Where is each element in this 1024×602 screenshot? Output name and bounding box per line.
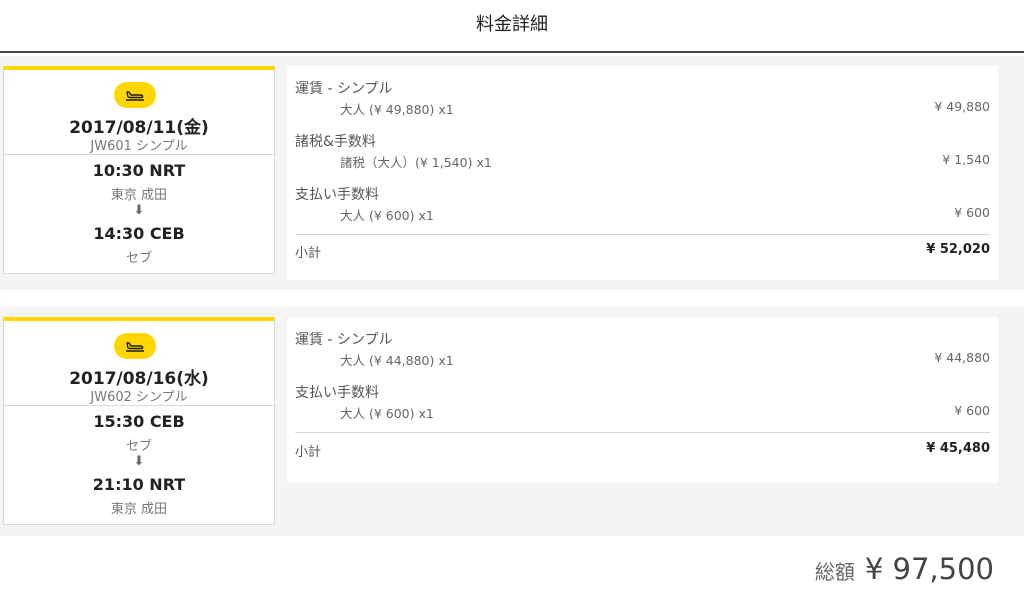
down-arrow-icon: ⬇	[133, 203, 145, 218]
plane-departure-icon	[114, 333, 156, 359]
subtotal-amount: ¥ 45,480	[926, 441, 990, 456]
page-title: 料金詳細	[476, 14, 548, 35]
grand-total-amount: ¥ 97,500	[864, 552, 994, 586]
fare-line-amount: ¥ 1,540	[942, 152, 990, 167]
arrival-time: 21:10 NRT	[92, 475, 186, 494]
subtotal-label: 小計	[295, 246, 322, 261]
fare-group: 諸税&手数料 諸税（大人）(¥ 1,540) x1 ¥ 1,540	[295, 131, 990, 170]
flight-segment-return: 2017/08/16(水) JW602 シンプル 15:30 CEB セブ ⬇ …	[0, 307, 1024, 536]
flight-card-header: 2017/08/16(水) JW602 シンプル	[4, 321, 274, 406]
arrival-time: 14:30 CEB	[93, 224, 185, 243]
subtotal-row: 小計 ¥ 45,480	[295, 441, 990, 460]
grand-total-label: 総額	[814, 560, 855, 584]
fare-line-description: 諸税（大人）(¥ 1,540) x1	[340, 155, 492, 170]
departure-place: セブ	[125, 439, 152, 454]
fare-breakdown-panel: 運賃 - シンプル 大人 (¥ 44,880) x1 ¥ 44,880 支払い手…	[287, 317, 998, 483]
subtotal-label: 小計	[295, 445, 322, 460]
grand-total: 総額 ¥ 97,500	[815, 552, 994, 586]
flight-card-header: 2017/08/11(金) JW601 シンプル	[4, 70, 274, 155]
arrival-place: 東京 成田	[110, 502, 168, 517]
subtotal-divider	[295, 234, 990, 235]
fare-line: 大人 (¥ 600) x1 ¥ 600	[295, 204, 990, 223]
flight-number: JW601 シンプル	[90, 139, 188, 154]
flight-card-route: 10:30 NRT 東京 成田 ⬇ 14:30 CEB セブ	[4, 155, 274, 273]
fare-line: 大人 (¥ 44,880) x1 ¥ 44,880	[295, 349, 990, 368]
fare-breakdown-panel: 運賃 - シンプル 大人 (¥ 49,880) x1 ¥ 49,880 諸税&手…	[287, 66, 998, 280]
fare-line-description: 大人 (¥ 44,880) x1	[340, 353, 454, 368]
flight-segment-outbound: 2017/08/11(金) JW601 シンプル 10:30 NRT 東京 成田…	[0, 56, 1024, 290]
flight-card-route: 15:30 CEB セブ ⬇ 21:10 NRT 東京 成田	[4, 406, 274, 524]
fare-group-title: 支払い手数料	[295, 385, 379, 401]
fare-group-title: 運賃 - シンプル	[295, 81, 393, 97]
fare-line-amount: ¥ 49,880	[934, 99, 990, 114]
fare-line-amount: ¥ 44,880	[934, 350, 990, 365]
subtotal-divider	[295, 432, 990, 433]
fare-line-amount: ¥ 600	[954, 205, 990, 220]
plane-departure-icon	[114, 82, 156, 108]
fare-line-description: 大人 (¥ 600) x1	[340, 208, 434, 223]
departure-time: 15:30 CEB	[93, 412, 185, 431]
departure-time: 10:30 NRT	[92, 161, 186, 180]
subtotal-amount: ¥ 52,020	[926, 242, 990, 257]
fare-line: 大人 (¥ 49,880) x1 ¥ 49,880	[295, 98, 990, 117]
fare-group-title: 運賃 - シンプル	[295, 332, 393, 348]
fare-line: 大人 (¥ 600) x1 ¥ 600	[295, 402, 990, 421]
title-divider	[0, 51, 1024, 53]
flight-card: 2017/08/11(金) JW601 シンプル 10:30 NRT 東京 成田…	[3, 66, 275, 274]
flight-card: 2017/08/16(水) JW602 シンプル 15:30 CEB セブ ⬇ …	[3, 317, 275, 525]
fare-line-description: 大人 (¥ 49,880) x1	[340, 102, 454, 117]
flight-number: JW602 シンプル	[90, 390, 188, 405]
fare-group: 運賃 - シンプル 大人 (¥ 49,880) x1 ¥ 49,880	[295, 78, 990, 117]
fare-line: 諸税（大人）(¥ 1,540) x1 ¥ 1,540	[295, 151, 990, 170]
fare-group: 支払い手数料 大人 (¥ 600) x1 ¥ 600	[295, 382, 990, 421]
down-arrow-icon: ⬇	[133, 454, 145, 469]
fare-group: 運賃 - シンプル 大人 (¥ 44,880) x1 ¥ 44,880	[295, 329, 990, 368]
fare-group: 支払い手数料 大人 (¥ 600) x1 ¥ 600	[295, 184, 990, 223]
subtotal-row: 小計 ¥ 52,020	[295, 242, 990, 261]
arrival-place: セブ	[125, 251, 152, 266]
fare-line-description: 大人 (¥ 600) x1	[340, 406, 434, 421]
fare-group-title: 諸税&手数料	[295, 134, 376, 150]
fare-line-amount: ¥ 600	[954, 403, 990, 418]
fare-group-title: 支払い手数料	[295, 187, 379, 203]
departure-place: 東京 成田	[110, 188, 168, 203]
